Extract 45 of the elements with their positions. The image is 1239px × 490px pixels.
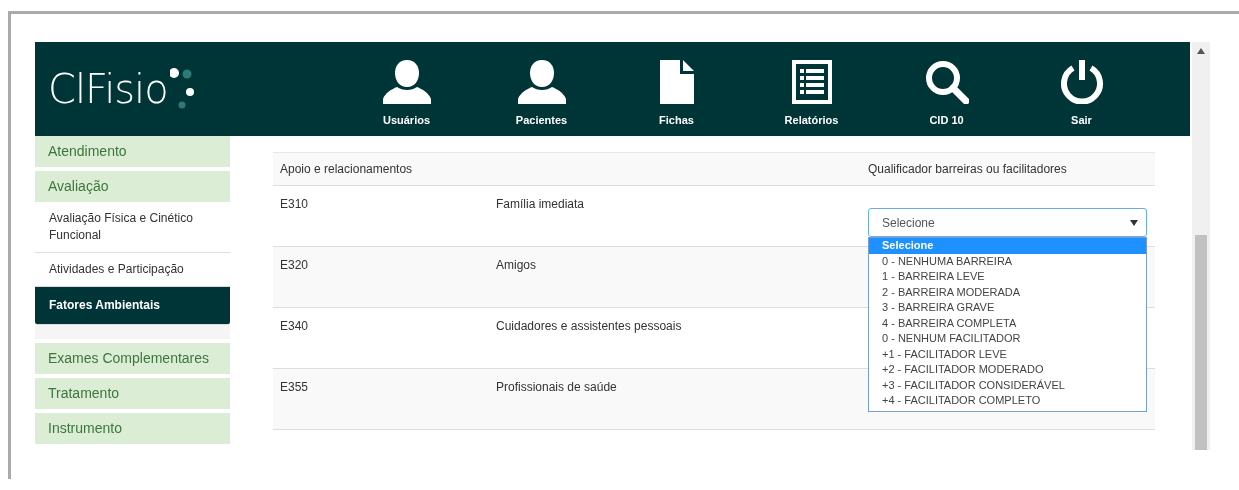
nav-link[interactable]: CID 10	[879, 42, 1014, 136]
nav-link[interactable]: Pacientes	[474, 42, 609, 136]
dropdown-option[interactable]: +2 - FACILITADOR MODERADO	[869, 362, 1146, 378]
nav-link[interactable]: Relatórios	[744, 42, 879, 136]
dropdown-option[interactable]: 0 - NENHUMA BARREIRA	[869, 253, 1146, 269]
nav-link[interactable]: Fichas	[609, 42, 744, 136]
column-header: Apoio e relacionamentos	[279, 162, 414, 176]
power-icon	[1059, 60, 1104, 104]
sidebar-item[interactable]: Avaliação	[35, 171, 230, 202]
user-icon	[517, 60, 566, 104]
user-icon	[382, 60, 431, 104]
sidebar-item[interactable]: Atendimento	[35, 136, 230, 167]
table-cell-text: E355	[279, 379, 310, 396]
document-icon	[659, 60, 694, 104]
sidebar-item[interactable]: Exames Complementares	[35, 343, 230, 374]
list-icon	[791, 60, 832, 104]
logo[interactable]: ClFisio	[35, 42, 339, 136]
dropdown-option[interactable]: +1 - FACILITADOR LEVE	[869, 346, 1146, 362]
nav-link[interactable]: Usuários	[339, 42, 474, 136]
search-icon	[924, 60, 969, 104]
dropdown-option[interactable]: 3 - BARREIRA GRAVE	[869, 300, 1146, 316]
select-field[interactable]: Selecione	[868, 208, 1147, 237]
table-cell-text: Amigos	[496, 257, 537, 274]
scrollbar-thumb[interactable]	[1195, 235, 1207, 450]
dropdown-option[interactable]: 1 - BARREIRA LEVE	[869, 269, 1146, 285]
nav-link[interactable]: Sair	[1014, 42, 1149, 136]
dropdown-option[interactable]: +3 - FACILITADOR CONSIDERÁVEL	[869, 377, 1146, 393]
table-cell-text: E320	[279, 257, 310, 274]
sidebar-item[interactable]: Tratamento	[35, 378, 230, 409]
dropdown-option[interactable]: +4 - FACILITADOR COMPLETO	[869, 393, 1146, 409]
table-cell-text: E310	[279, 196, 310, 213]
scrollbar[interactable]	[1192, 42, 1210, 450]
sidebar-item[interactable]: Fatores Ambientais	[35, 287, 230, 325]
table-cell-text: Cuidadores e assistentes pessoais	[496, 318, 683, 335]
table-cell-text: Família imediata	[496, 196, 586, 213]
sidebar-item[interactable]: Instrumento	[35, 413, 230, 444]
table-cell-text: Profissionais de saúde	[496, 379, 618, 396]
dropdown-option[interactable]: 4 - BARREIRA COMPLETA	[869, 315, 1146, 331]
up-arrow-icon[interactable]	[1197, 48, 1205, 54]
column-header: Qualificador barreiras ou facilitadores	[868, 162, 1068, 176]
caret-icon	[1130, 219, 1138, 226]
dots-icon	[169, 67, 196, 111]
dropdown-option[interactable]: 0 - NENHUM FACILITADOR	[869, 331, 1146, 347]
table-cell-text: E340	[279, 318, 310, 335]
dropdown-option[interactable]: 2 - BARREIRA MODERADA	[869, 284, 1146, 300]
